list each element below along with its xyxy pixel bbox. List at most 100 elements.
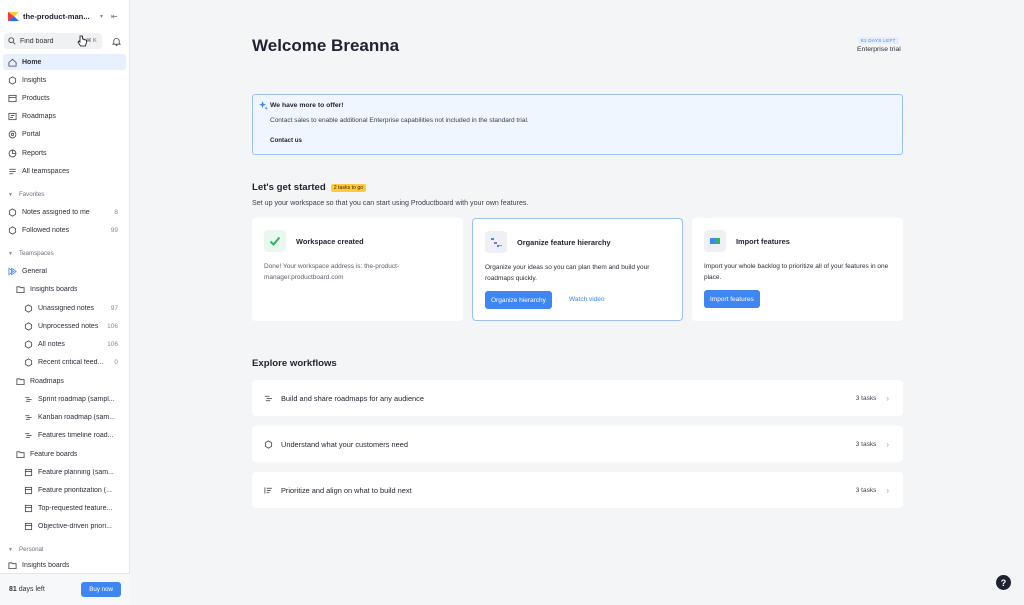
sidebar-item-sprint-roadmap[interactable]: Sprint roadmap (sampl... [3, 391, 126, 407]
main-content: Welcome Breanna 81 DAYS LEFT Enterprise … [130, 0, 1024, 605]
sidebar-item-notes-assigned[interactable]: Notes assigned to me 8 [3, 204, 126, 220]
table-board-icon [24, 522, 33, 530]
teamspaces-header[interactable]: ▼ Teamspaces [8, 250, 54, 257]
mouse-cursor-icon [77, 35, 87, 47]
card-body: Import your whole backlog to prioritize … [704, 263, 889, 281]
chevron-down-icon: ▼ [8, 546, 13, 553]
folder-icon [8, 561, 17, 569]
home-icon [8, 58, 17, 67]
chevron-down-icon: ▼ [8, 191, 13, 198]
help-button[interactable]: ? [996, 575, 1011, 590]
sidebar-item-general[interactable]: General [3, 263, 126, 279]
table-board-icon [24, 504, 33, 512]
search-input[interactable] [20, 37, 82, 45]
prioritize-list-icon [264, 486, 273, 494]
productboard-logo-icon [8, 11, 19, 21]
sidebar-item-top-requested-features[interactable]: Top-requested feature... [3, 500, 126, 516]
favorites-header[interactable]: ▼ Favorites [8, 191, 44, 198]
collapse-sidebar-icon[interactable]: ⇤ [111, 12, 118, 21]
workflow-row-prioritize[interactable]: Prioritize and align on what to build ne… [252, 472, 903, 508]
organize-hierarchy-button[interactable]: Organize hierarchy [485, 291, 552, 309]
reports-icon [8, 149, 17, 157]
sidebar-item-features-timeline-roadmap[interactable]: Features timeline road... [3, 427, 126, 443]
offer-title: We have more to offer! [270, 102, 344, 109]
sparkle-icon [259, 101, 268, 110]
note-icon [24, 303, 33, 313]
sidebar-item-feature-prioritization[interactable]: Feature prioritization (... [3, 482, 126, 498]
note-icon [8, 225, 17, 235]
portal-icon [8, 130, 17, 138]
card-title: Import features [736, 237, 790, 246]
sidebar-item-products[interactable]: Products [3, 90, 126, 106]
sidebar-folder-feature-boards[interactable]: Feature boards [3, 446, 126, 462]
chevron-right-icon: › [886, 393, 889, 403]
sidebar-item-insights[interactable]: Insights [3, 72, 126, 88]
offer-body: Contact sales to enable additional Enter… [270, 117, 529, 124]
products-icon [8, 94, 17, 102]
sidebar-item-unprocessed-notes[interactable]: Unprocessed notes 106 [3, 318, 126, 334]
workspace-switcher[interactable]: the-product-man... ▾ ⇤ [8, 8, 124, 24]
sidebar-item-recent-critical-feedback[interactable]: Recent critical feed... 0 [3, 354, 126, 370]
card-body: Done! Your workspace address is: the-pro… [264, 263, 400, 281]
sidebar: the-product-man... ▾ ⇤ ⌘ K Home Insights… [0, 0, 130, 605]
card-workspace-created: Workspace created Done! Your workspace a… [252, 218, 463, 321]
workflow-row-customers[interactable]: Understand what your customers need 3 ta… [252, 426, 903, 462]
sidebar-folder-roadmaps[interactable]: Roadmaps [3, 373, 126, 389]
sidebar-item-all-teamspaces[interactable]: All teamspaces [3, 163, 126, 179]
sidebar-item-all-notes[interactable]: All notes 106 [3, 336, 126, 352]
roadmaps-icon [8, 112, 17, 120]
trial-days-badge: 81 DAYS LEFT [858, 37, 899, 44]
upgrade-offer-banner: We have more to offer! Contact sales to … [252, 94, 903, 155]
folder-icon [16, 377, 25, 385]
sidebar-item-followed-notes[interactable]: Followed notes 99 [3, 222, 126, 238]
chevron-right-icon: › [886, 439, 889, 449]
sidebar-item-reports[interactable]: Reports [3, 145, 126, 161]
card-title: Workspace created [296, 237, 364, 246]
bell-icon[interactable] [112, 37, 121, 46]
sidebar-item-objective-driven-prioritization[interactable]: Objective-driven priori... [3, 518, 126, 534]
note-icon [24, 339, 33, 349]
sidebar-item-feature-planning[interactable]: Feature planning (sam... [3, 464, 126, 480]
folder-icon [16, 450, 25, 458]
get-started-heading: Let's get started 2 tasks to go [252, 182, 367, 193]
chevron-right-icon: › [886, 485, 889, 495]
workflow-row-roadmaps[interactable]: Build and share roadmaps for any audienc… [252, 380, 903, 416]
teamspaces-icon [9, 168, 16, 174]
contact-us-link[interactable]: Contact us [270, 137, 302, 144]
watch-video-link[interactable]: Watch video [569, 296, 605, 303]
sidebar-item-home[interactable]: Home [3, 54, 126, 70]
sidebar-item-portal[interactable]: Portal [3, 126, 126, 142]
teamspace-icon [8, 267, 17, 275]
card-import-features: Import features Import your whole backlo… [692, 218, 903, 321]
table-board-icon [24, 468, 33, 476]
sidebar-folder-personal-insights-boards[interactable]: Insights boards [3, 559, 126, 571]
roadmap-board-icon [25, 414, 32, 420]
roadmap-lines-icon [264, 395, 273, 401]
insight-icon [264, 439, 273, 449]
roadmap-board-icon [25, 396, 32, 402]
personal-header[interactable]: ▼ Personal [8, 546, 43, 553]
sidebar-folder-insights-boards[interactable]: Insights boards [3, 281, 126, 297]
sidebar-item-roadmaps[interactable]: Roadmaps [3, 108, 126, 124]
get-started-subtitle: Set up your workspace so that you can st… [252, 199, 529, 207]
card-title: Organize feature hierarchy [517, 238, 611, 247]
import-features-button[interactable]: Import features [704, 290, 760, 308]
hierarchy-icon [485, 231, 507, 253]
roadmap-board-icon [25, 432, 32, 438]
folder-icon [16, 285, 25, 293]
days-left: 81 days left [9, 586, 45, 593]
import-icon [704, 230, 726, 252]
buy-now-button[interactable]: Buy now [81, 582, 121, 597]
trial-label: Enterprise trial [857, 46, 901, 53]
chevron-down-icon: ▼ [8, 250, 13, 257]
page-title: Welcome Breanna [252, 36, 400, 55]
table-board-icon [24, 486, 33, 494]
tasks-remaining-badge: 2 tasks to go [330, 183, 367, 192]
note-icon [8, 207, 17, 217]
check-icon [264, 230, 286, 252]
sidebar-item-kanban-roadmap[interactable]: Kanban roadmap (sam... [3, 409, 126, 425]
explore-workflows-heading: Explore workflows [252, 358, 337, 369]
sidebar-item-unassigned-notes[interactable]: Unassigned notes 97 [3, 300, 126, 316]
note-icon [24, 321, 33, 331]
search-icon [8, 37, 16, 45]
